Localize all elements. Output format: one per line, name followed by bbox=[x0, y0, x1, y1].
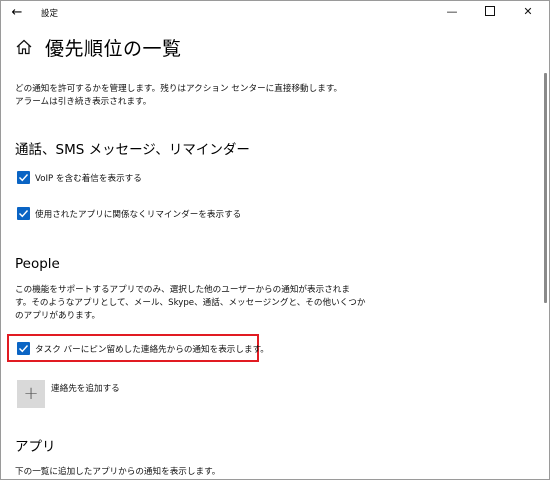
reminders-checkbox[interactable] bbox=[17, 207, 30, 220]
intro-text-line-2: アラームは引き続き表示されます。 bbox=[15, 97, 152, 107]
people-desc-line-2: す。そのようなアプリとして、メール、Skype、通話、メッセージングと、その他い… bbox=[15, 298, 366, 308]
voip-calls-label[interactable]: VoIP を含む着信を表示する bbox=[35, 172, 142, 184]
back-arrow-icon[interactable]: ← bbox=[5, 3, 29, 23]
checkmark-icon bbox=[19, 210, 29, 218]
maximize-button[interactable] bbox=[473, 1, 507, 25]
people-desc-line-3: のアプリがあります。 bbox=[15, 311, 101, 321]
voip-calls-checkbox[interactable] bbox=[17, 171, 30, 184]
window-title: 設定 bbox=[41, 9, 59, 19]
checkmark-icon bbox=[19, 174, 29, 182]
home-icon[interactable] bbox=[15, 38, 33, 56]
apps-section-heading: アプリ bbox=[15, 439, 56, 455]
settings-window: ← 設定 — ✕ 優先順位の一覧 どの通知を許可するかを管理します。残りはアクシ… bbox=[0, 0, 550, 480]
title-bar: ← 設定 — ✕ bbox=[1, 1, 549, 25]
apps-desc: 下の一覧に追加したアプリからの通知を表示します。 bbox=[15, 467, 221, 477]
add-contact-label[interactable]: 連絡先を追加する bbox=[51, 382, 120, 394]
people-desc-line-1: この機能をサポートするアプリでのみ、選択した他のユーザーからの通知が表示されま bbox=[15, 285, 350, 295]
pinned-contacts-label[interactable]: タスク バーにピン留めした連絡先からの通知を表示します。 bbox=[35, 343, 269, 355]
checkmark-icon bbox=[19, 345, 29, 353]
page-title: 優先順位の一覧 bbox=[45, 38, 182, 60]
plus-icon: + bbox=[23, 383, 39, 404]
maximize-icon bbox=[485, 6, 495, 16]
add-contact-button[interactable]: + bbox=[17, 380, 45, 408]
reminders-label[interactable]: 使用されたアプリに関係なくリマインダーを表示する bbox=[35, 208, 241, 220]
pinned-contacts-checkbox[interactable] bbox=[17, 342, 30, 355]
calls-section-heading: 通話、SMS メッセージ、リマインダー bbox=[15, 142, 250, 158]
intro-text-line-1: どの通知を許可するかを管理します。残りはアクション センターに直接移動します。 bbox=[15, 84, 343, 94]
close-button[interactable]: ✕ bbox=[511, 1, 545, 25]
minimize-button[interactable]: — bbox=[435, 1, 469, 25]
people-section-heading: People bbox=[15, 256, 60, 272]
scrollbar[interactable] bbox=[544, 73, 547, 303]
